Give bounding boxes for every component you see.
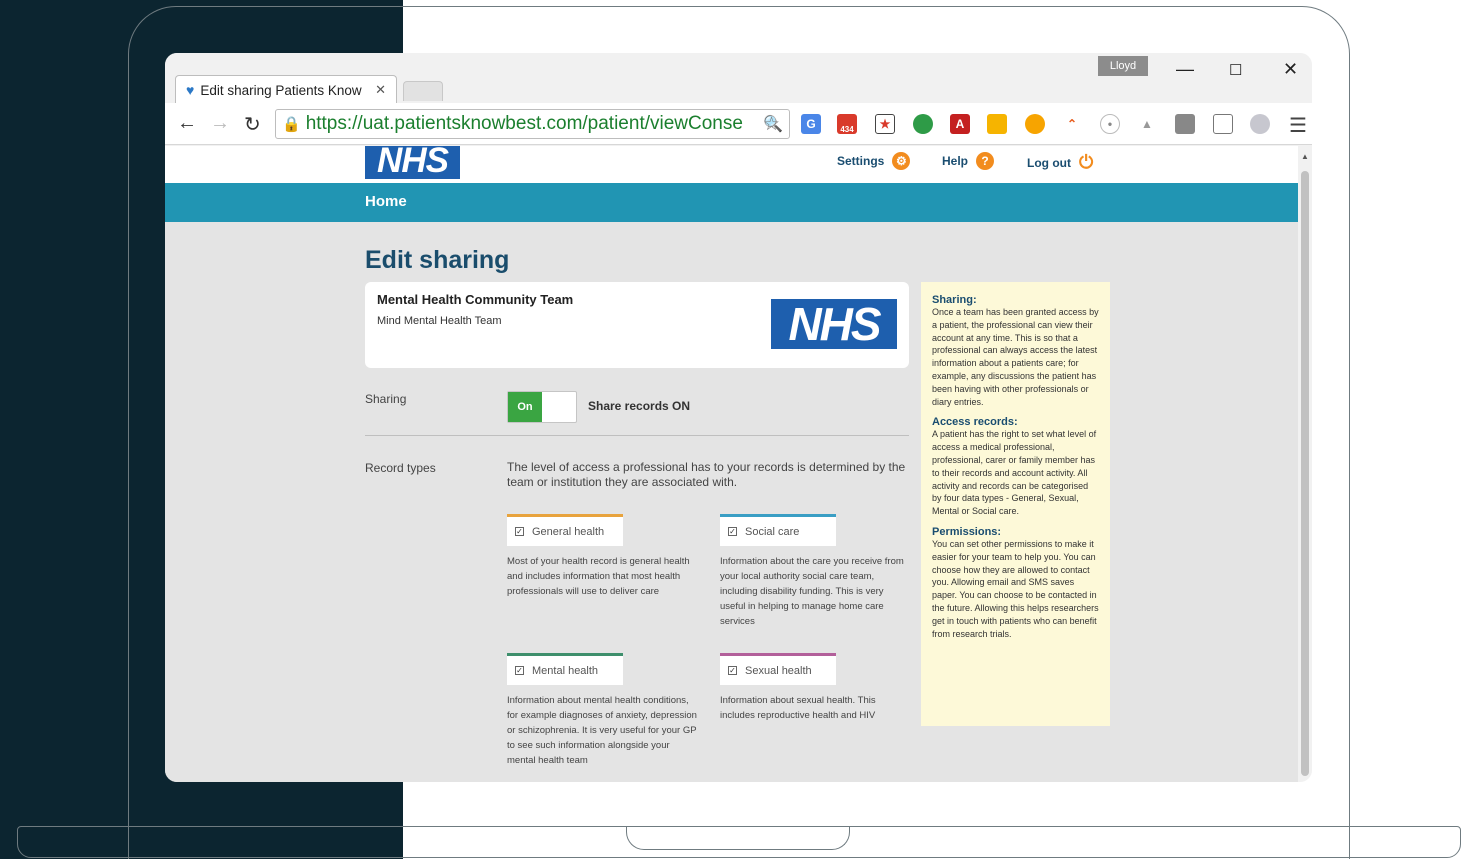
laptop-notch [626,826,850,850]
mental-health-description: Information about mental health conditio… [507,695,697,766]
sexual-health-label: Sexual health [745,664,812,677]
team-nhs-logo: NHS [771,298,897,350]
record-types-intro: The level of access a professional has t… [507,460,906,489]
browser-window: ♥ Edit sharing Patients Know ✕ Lloyd — ☐… [165,53,1312,782]
bookmark-star-icon[interactable]: ☆ [763,113,780,136]
mental-health-checkbox[interactable]: ✓ Mental health [507,653,623,685]
help-label: Help [942,154,969,168]
sidebar-heading-access: Access records: [932,416,1018,429]
address-bar[interactable]: 🔒 https://uat.patientsknowbest.com/patie… [275,109,790,139]
checkbox-checked-icon: ✓ [728,527,737,536]
site-header: NHS Settings ⚙ Help ? Log out ⏻ [165,146,1298,183]
divider [365,435,909,436]
lock-icon: 🔒 [282,116,301,133]
sidebar-text-sharing: Once a team has been granted access by a… [932,307,1099,407]
general-health-label: General health [532,525,605,538]
tab-title: Edit sharing Patients Know [200,82,362,98]
logout-label: Log out [1027,155,1071,170]
page-title: Edit sharing [365,246,510,274]
close-window-icon[interactable]: ✕ [1283,59,1298,80]
browser-tab[interactable]: ♥ Edit sharing Patients Know ✕ [175,75,397,104]
evernote-extension-icon[interactable] [913,114,933,134]
profile-badge[interactable]: Lloyd [1098,56,1148,76]
sharing-toggle[interactable]: On [507,391,577,423]
calendar-count-extension-icon[interactable]: 434 [837,114,857,134]
web-page: NHS Settings ⚙ Help ? Log out ⏻ Home Edi… [165,146,1298,782]
social-care-checkbox[interactable]: ✓ Social care [720,514,836,546]
toggle-on-label: On [508,392,542,422]
record-extension-icon[interactable]: • [1100,114,1120,134]
checkbox-checked-icon: ✓ [515,527,524,536]
help-link[interactable]: Help ? [942,152,995,170]
minimize-icon[interactable]: — [1176,59,1194,80]
new-tab-button[interactable] [403,81,443,101]
scroll-up-icon[interactable]: ▲ [1301,152,1309,161]
question-icon: ? [976,152,995,170]
heart-favicon-icon: ♥ [186,82,195,98]
vivaldi-extension-icon[interactable] [1250,114,1270,134]
drive-extension-icon[interactable]: ▲ [1137,114,1157,134]
calendar-star-extension-icon[interactable]: ★ [875,114,895,134]
page-scrollbar[interactable]: ▲ [1298,146,1312,782]
sidebar-heading-permissions: Permissions: [932,525,1002,538]
arc-extension-icon[interactable]: ⌃ [1062,114,1082,134]
sharing-label: Sharing [365,392,407,406]
cast-icon[interactable] [1213,114,1233,134]
power-icon: ⏻ [1078,152,1094,172]
url-text: https://uat.patientsknowbest.com/patient… [305,113,743,134]
square-extension-icon[interactable] [1175,114,1195,134]
site-nav: Home [165,183,1298,222]
sharing-status: Share records ON [588,399,691,413]
team-card: Mental Health Community Team Mind Mental… [365,282,909,368]
sexual-health-description: Information about sexual health. This in… [720,695,876,721]
extension-count: 434 [840,125,854,134]
nav-home[interactable]: Home [365,193,407,210]
colorful-circle-extension-icon[interactable] [1025,114,1045,134]
sexual-health-checkbox[interactable]: ✓ Sexual health [720,653,836,685]
team-subtitle: Mind Mental Health Team [377,315,502,327]
general-health-checkbox[interactable]: ✓ General health [507,514,623,546]
record-types-label: Record types [365,461,436,475]
sidebar-text-access: A patient has the right to set what leve… [932,429,1097,517]
team-name: Mental Health Community Team [377,292,574,307]
logout-link[interactable]: Log out ⏻ [1027,152,1093,173]
checkbox-checked-icon: ✓ [728,666,737,675]
nhs-logo[interactable]: NHS [365,146,460,180]
social-care-description: Information about the care you receive f… [720,556,904,627]
mental-health-label: Mental health [532,664,599,677]
maximize-icon[interactable]: ☐ [1229,61,1242,79]
forward-arrow-icon[interactable]: → [210,112,230,135]
back-arrow-icon[interactable]: ← [177,112,197,135]
tab-bar: ♥ Edit sharing Patients Know ✕ Lloyd — ☐… [165,53,1312,104]
settings-label: Settings [837,154,885,168]
reload-icon[interactable]: ↻ [244,112,261,137]
gear-icon: ⚙ [892,152,911,170]
close-tab-icon[interactable]: ✕ [375,82,386,98]
settings-link[interactable]: Settings ⚙ [837,152,911,170]
general-health-description: Most of your health record is general he… [507,556,690,597]
translate-extension-icon[interactable]: G [801,114,821,134]
checkbox-checked-icon: ✓ [515,666,524,675]
browser-menu-icon[interactable]: ☰ [1289,113,1307,138]
chat-extension-icon[interactable] [987,114,1007,134]
scroll-thumb[interactable] [1301,171,1309,776]
help-sidebar: Sharing: Once a team has been granted ac… [921,282,1110,726]
browser-toolbar: ← → ↻ 🔒 https://uat.patientsknowbest.com… [165,103,1312,145]
sidebar-text-permissions: You can set other permissions to make it… [932,538,1099,639]
pdf-extension-icon[interactable]: A [950,114,970,134]
sidebar-heading-sharing: Sharing: [932,294,977,306]
social-care-label: Social care [745,525,800,538]
